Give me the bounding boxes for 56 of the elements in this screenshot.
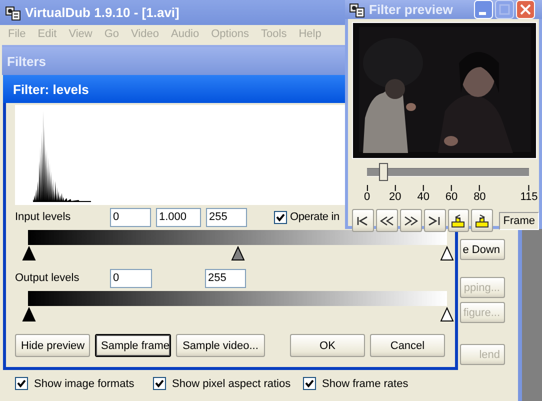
triangle-marker[interactable] [440, 246, 454, 261]
dialog-button[interactable]: Sample video... [176, 334, 265, 357]
field-label: Output levels [15, 272, 80, 284]
toolbar-button[interactable] [471, 209, 494, 232]
checkbox[interactable] [303, 377, 316, 390]
checkbox-label: Show image formats [34, 378, 134, 390]
dialog-button[interactable]: Hide preview [15, 334, 90, 357]
dialog-button[interactable]: Sample frame [95, 334, 171, 357]
toolbar-button[interactable] [424, 209, 446, 232]
app-icon [5, 4, 21, 20]
tick-mark [366, 185, 368, 191]
dialog-title: Filters [7, 54, 46, 68]
checkbox[interactable] [274, 210, 287, 224]
input-field[interactable]: 1.000 [156, 208, 201, 226]
dialog-button[interactable]: OK [290, 334, 365, 357]
tick-label: 20 [389, 191, 402, 203]
slider-thumb[interactable] [379, 163, 388, 181]
input-field[interactable]: 255 [206, 208, 247, 226]
checkbox[interactable] [15, 377, 28, 390]
toolbar-button[interactable] [376, 209, 398, 232]
mark-out-icon [474, 214, 490, 228]
tick-label: 115 [520, 191, 538, 203]
tick-label: 80 [474, 191, 486, 203]
input-field[interactable]: 0 [110, 268, 152, 288]
dialog-button[interactable]: Cancel [370, 334, 445, 357]
toolbar-button[interactable] [352, 209, 374, 232]
rewind-icon [378, 214, 395, 228]
triangle-marker[interactable] [231, 246, 245, 261]
tick-label: 40 [417, 191, 430, 203]
toolbar-button[interactable] [448, 209, 470, 232]
tick-mark [479, 185, 480, 191]
dialog-title: Filter: levels [13, 82, 89, 96]
input-field[interactable]: 255 [205, 268, 246, 288]
checkbox-label: Show pixel aspect ratios [172, 378, 291, 390]
field-label: Input levels [15, 211, 72, 223]
tick-mark [451, 185, 452, 191]
mark-in-icon [450, 214, 466, 228]
tick-label: 0 [364, 191, 370, 203]
frame-label: Frame [499, 212, 540, 230]
checkbox-label: Operate in [290, 211, 340, 223]
tick-mark [422, 185, 424, 191]
input-field[interactable]: 0 [110, 208, 151, 226]
side-button[interactable]: e Down [460, 239, 505, 260]
fast-forward-icon [402, 214, 419, 228]
triangle-marker[interactable] [22, 246, 36, 261]
tick-mark [394, 185, 396, 191]
app-icon [349, 2, 365, 18]
checkbox-label: Show frame rates [322, 378, 408, 390]
toolbar-button[interactable] [400, 209, 422, 232]
triangle-marker[interactable] [440, 307, 454, 322]
window-title: Filter preview [369, 2, 453, 17]
triangle-marker[interactable] [22, 307, 36, 322]
tick-label: 60 [445, 191, 458, 203]
checkbox[interactable] [153, 377, 166, 390]
window-title: VirtualDub 1.9.10 - [1.avi] [25, 5, 180, 20]
tick-mark [528, 185, 530, 191]
